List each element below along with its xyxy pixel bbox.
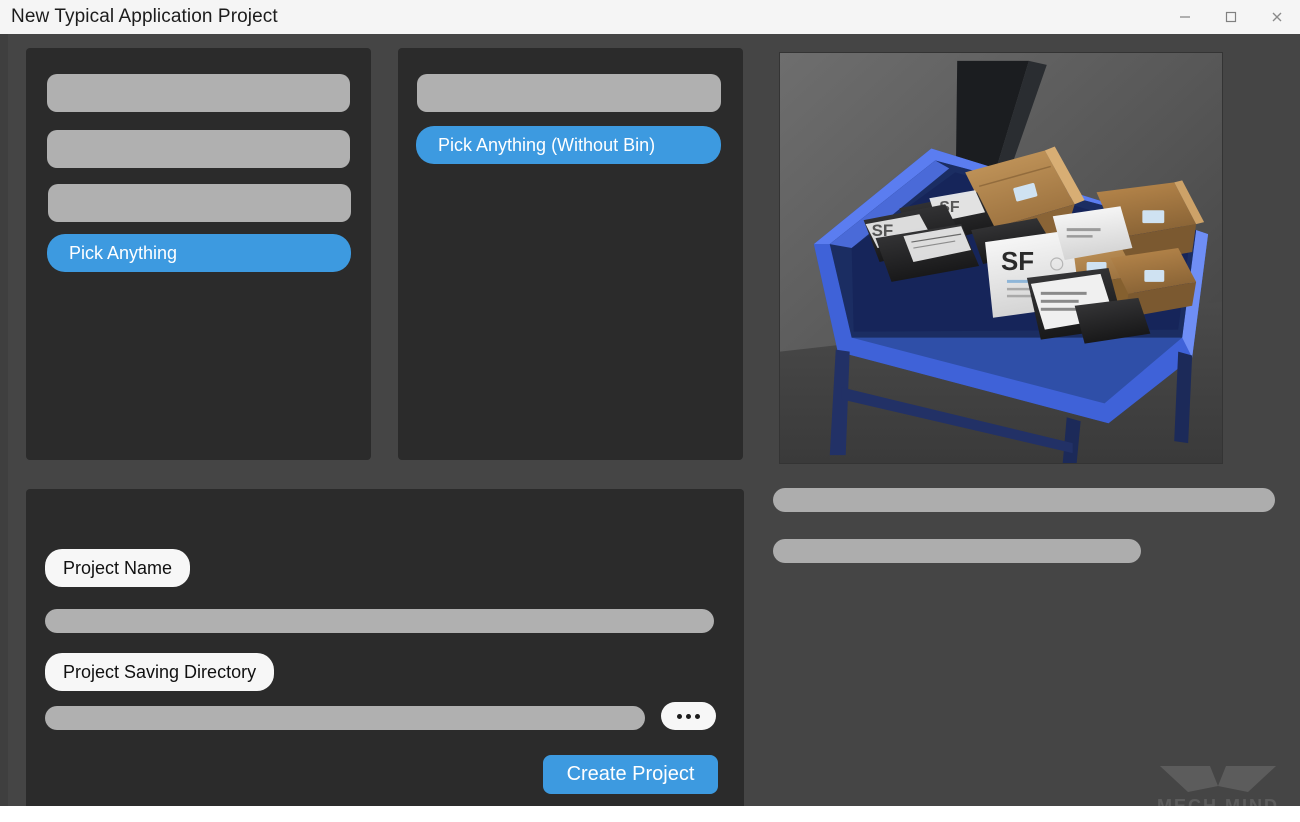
svg-text:SF: SF	[1001, 248, 1034, 276]
client-area: Pick Anything Pick Anything (Without Bin…	[0, 34, 1300, 819]
app-window: New Typical Application Project Pick Any…	[0, 0, 1300, 822]
browse-directory-button[interactable]	[661, 702, 716, 730]
project-form-panel: Project Name Project Saving Directory Cr…	[26, 489, 744, 819]
project-saving-directory-input[interactable]	[45, 706, 645, 730]
window-controls	[1162, 0, 1300, 34]
window-title: New Typical Application Project	[11, 6, 278, 27]
side-info-placeholder-row	[773, 488, 1275, 512]
ellipsis-dot-icon	[677, 713, 682, 719]
ellipsis-dot-icon	[695, 713, 700, 719]
side-info-placeholder-row	[773, 539, 1141, 563]
close-icon	[1272, 12, 1282, 22]
maximize-icon	[1225, 11, 1237, 23]
project-name-label-text: Project Name	[63, 557, 173, 578]
application-list-panel: Pick Anything (Without Bin)	[398, 48, 743, 460]
minimize-button[interactable]	[1162, 0, 1208, 34]
application-placeholder-row[interactable]	[417, 74, 721, 112]
create-project-button[interactable]: Create Project	[543, 755, 718, 794]
category-list-panel: Pick Anything	[26, 48, 371, 460]
window-bottom-strip	[0, 806, 1300, 822]
application-item-label: Pick Anything (Without Bin)	[438, 134, 656, 155]
project-saving-directory-label: Project Saving Directory	[45, 653, 275, 691]
maximize-button[interactable]	[1208, 0, 1254, 34]
title-bar: New Typical Application Project	[0, 0, 1300, 34]
category-placeholder-row[interactable]	[47, 130, 350, 168]
window-left-edge	[0, 34, 8, 806]
project-name-input[interactable]	[45, 609, 714, 633]
application-item-pick-anything-without-bin[interactable]: Pick Anything (Without Bin)	[416, 126, 721, 164]
ellipsis-dot-icon	[686, 713, 691, 719]
category-item-pick-anything[interactable]: Pick Anything	[47, 234, 351, 272]
category-placeholder-row[interactable]	[48, 184, 351, 222]
application-preview-image: SF SF SF	[779, 52, 1223, 464]
category-item-label: Pick Anything	[69, 242, 178, 263]
bin-parcels-render: SF SF SF	[780, 53, 1222, 463]
project-saving-directory-label-text: Project Saving Directory	[63, 661, 257, 682]
category-placeholder-row[interactable]	[47, 74, 350, 112]
close-button[interactable]	[1254, 0, 1300, 34]
project-name-label: Project Name	[45, 549, 191, 587]
minimize-icon	[1180, 16, 1190, 18]
